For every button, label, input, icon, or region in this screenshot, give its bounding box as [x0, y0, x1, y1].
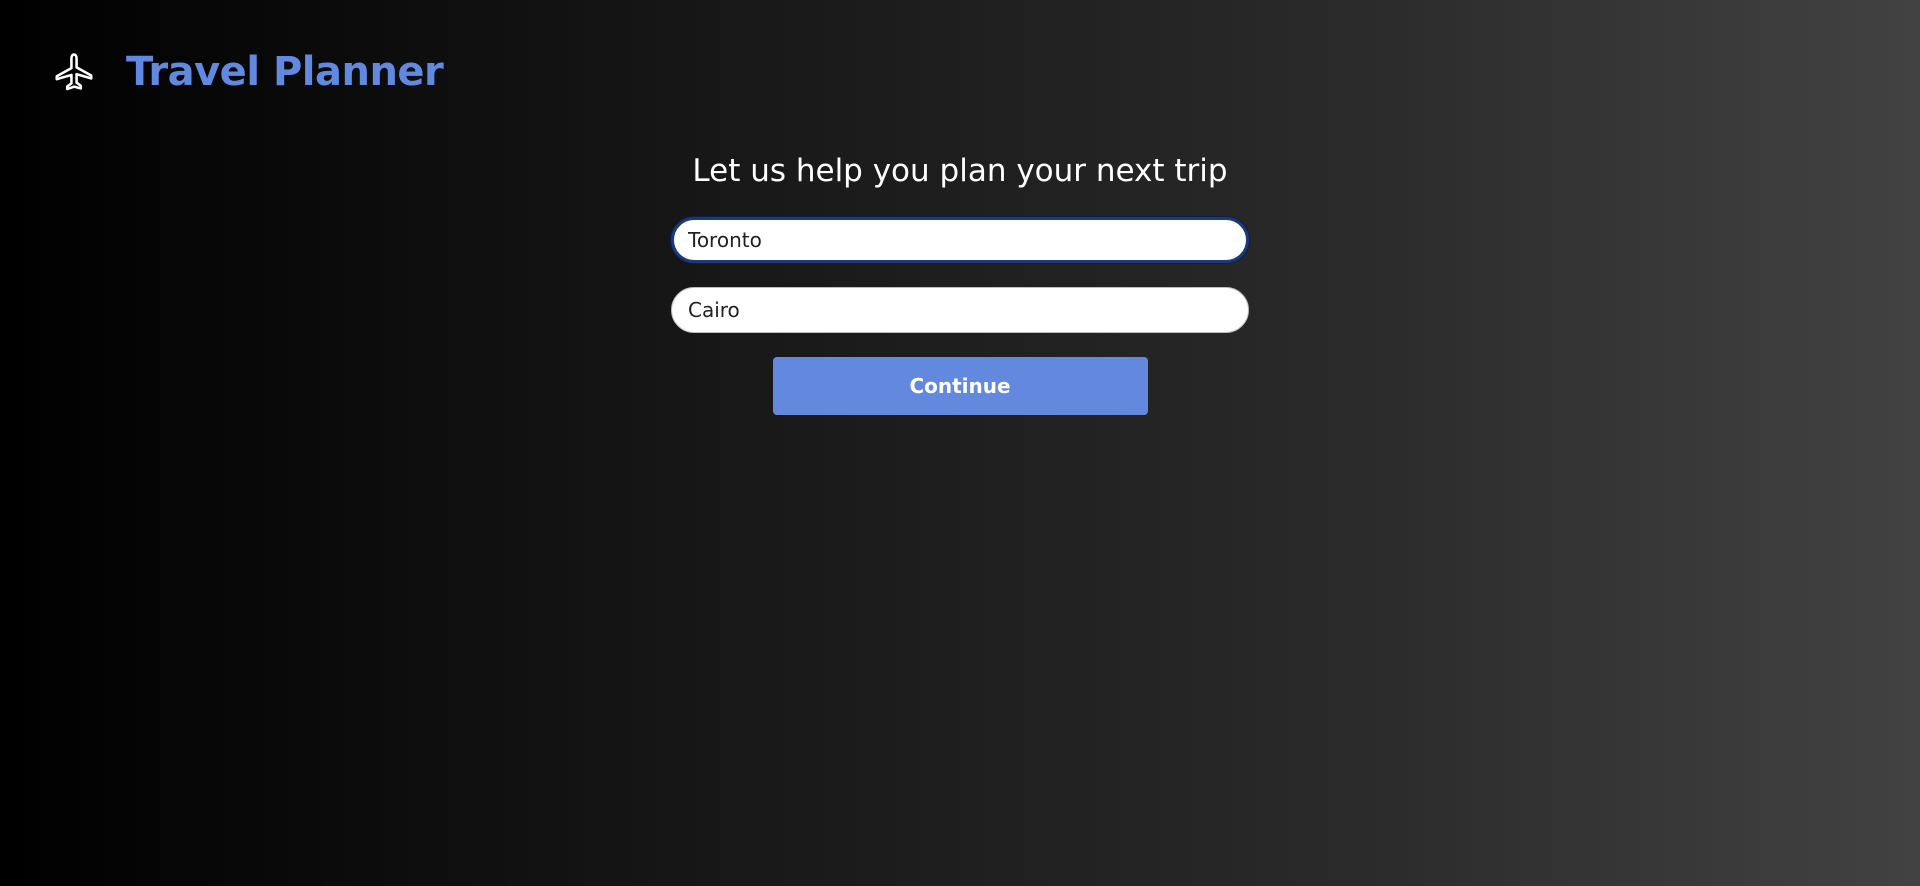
trip-form: Let us help you plan your next trip Cont… — [0, 0, 1920, 415]
origin-input[interactable] — [671, 217, 1249, 263]
destination-input[interactable] — [671, 287, 1249, 333]
page-heading: Let us help you plan your next trip — [692, 153, 1228, 189]
continue-button[interactable]: Continue — [772, 357, 1148, 415]
